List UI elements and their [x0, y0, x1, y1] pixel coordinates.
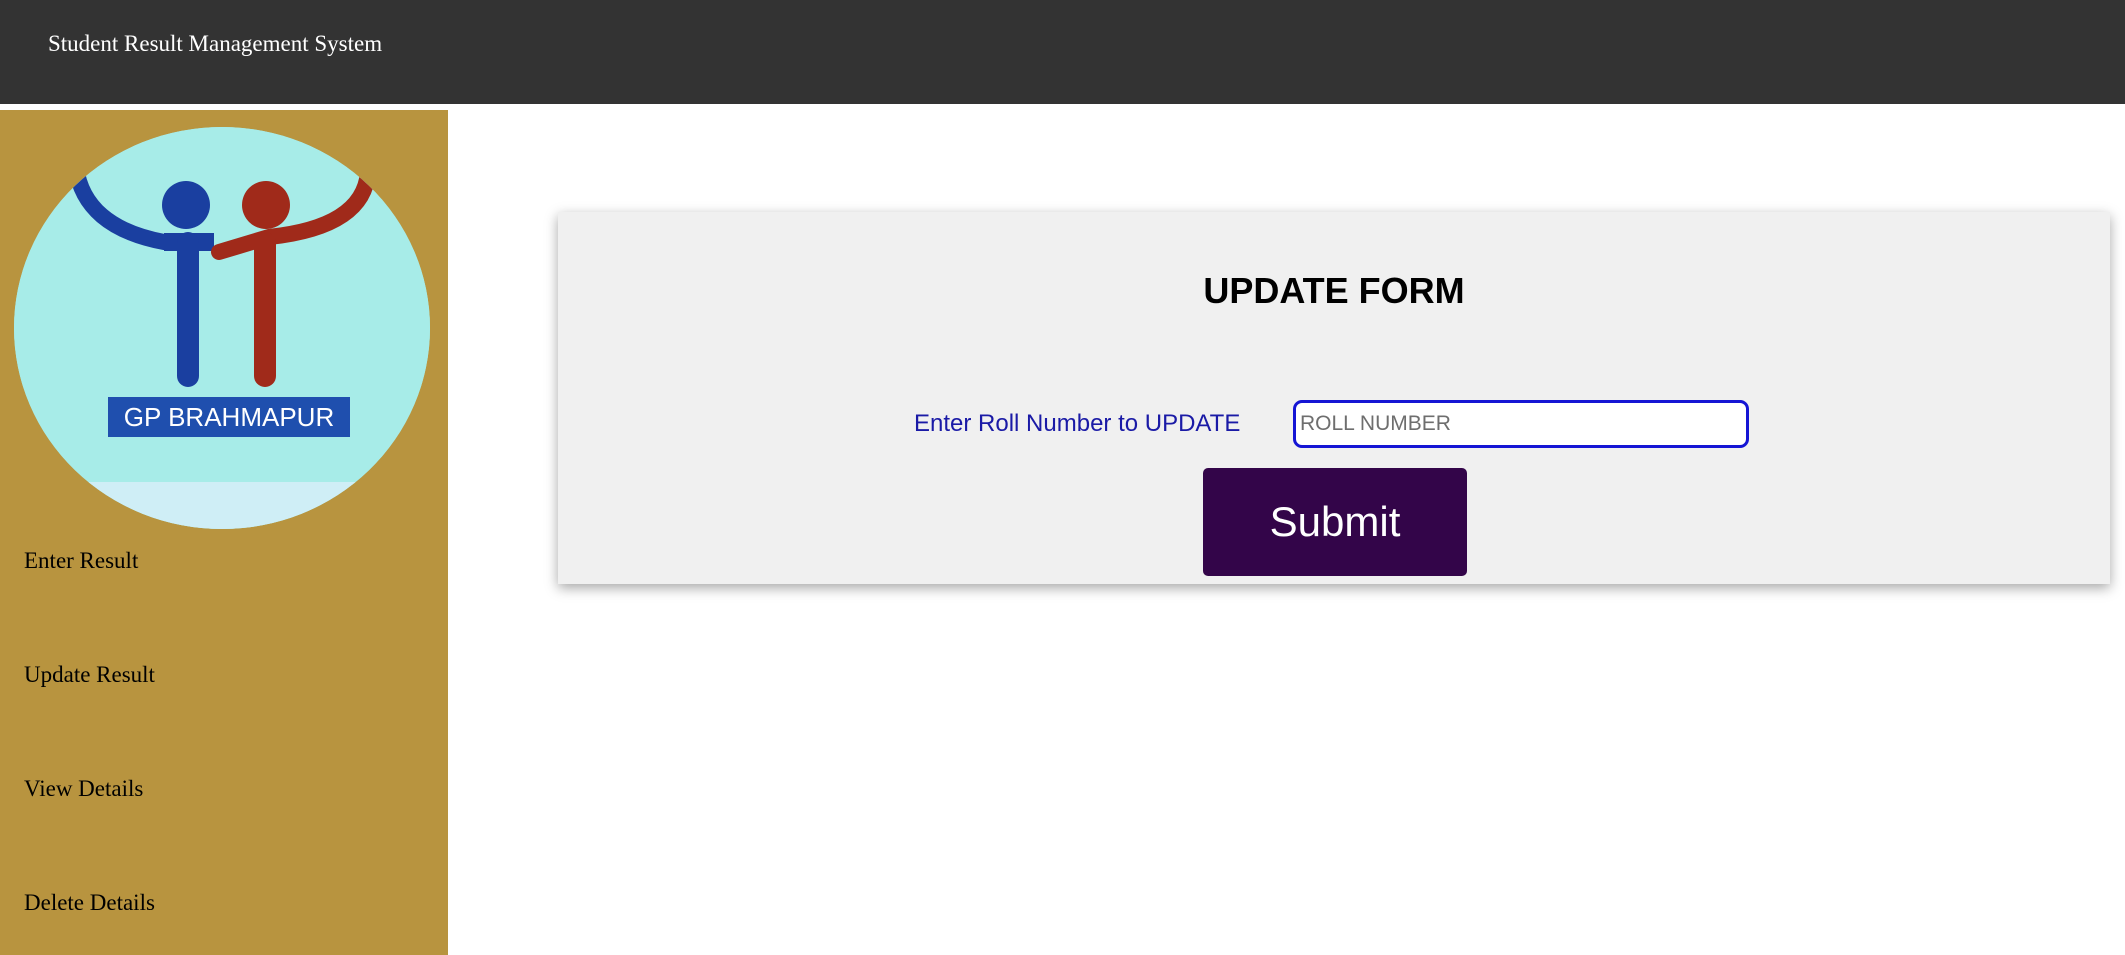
top-header: Student Result Management System	[0, 0, 2125, 104]
sidebar-item-enter-result[interactable]: Enter Result	[24, 548, 138, 574]
sidebar-item-delete-details[interactable]: Delete Details	[24, 890, 155, 916]
logo-text: GP BRAHMAPUR	[124, 402, 334, 432]
sidebar-item-view-details[interactable]: View Details	[24, 776, 143, 802]
submit-button[interactable]: Submit	[1203, 468, 1467, 576]
gp-brahmapur-logo-icon: GP BRAHMAPUR	[14, 127, 430, 529]
update-form-panel: UPDATE FORM Enter Roll Number to UPDATE …	[558, 212, 2110, 584]
roll-number-input[interactable]	[1293, 400, 1749, 448]
sidebar: GP BRAHMAPUR Enter Result Update Result …	[0, 110, 448, 955]
sidebar-item-update-result[interactable]: Update Result	[24, 662, 155, 688]
app-title: Student Result Management System	[48, 31, 383, 56]
form-title: UPDATE FORM	[1203, 270, 1465, 311]
roll-number-label: Enter Roll Number to UPDATE	[914, 410, 1241, 437]
